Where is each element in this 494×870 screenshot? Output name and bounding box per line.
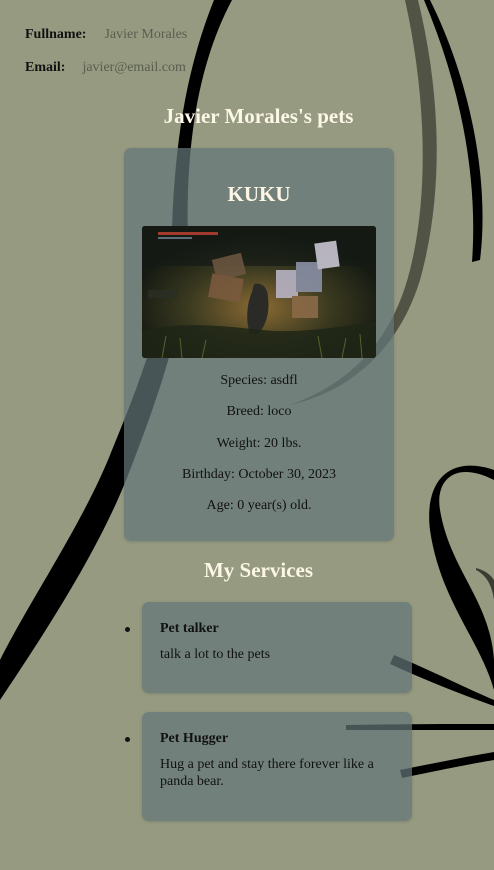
pet-photo	[142, 226, 376, 358]
list-bullet	[125, 737, 130, 742]
service-description: talk a lot to the pets	[160, 647, 271, 662]
email-value: javier@email.com	[82, 60, 186, 75]
service-item-pet-talker[interactable]: Pet talker talk a lot to the pets	[125, 602, 412, 693]
service-item-pet-hugger[interactable]: Pet Hugger Hug a pet and stay there fore…	[125, 712, 412, 821]
list-bullet	[125, 627, 130, 632]
services-heading: My Services	[203, 558, 314, 582]
fullname-row: Fullname: Javier Morales	[25, 27, 187, 43]
pet-card[interactable]: KUKU Species: asdfl Breed: loco Weight: …	[124, 148, 394, 541]
pet-species: Species: asdfl	[220, 373, 298, 388]
pet-weight: Weight: 20 lbs.	[216, 436, 302, 451]
service-title: Pet Hugger	[160, 731, 229, 746]
email-label: Email:	[25, 60, 66, 75]
pet-birthday: Birthday: October 30, 2023	[182, 467, 336, 482]
fullname-value: Javier Morales	[104, 27, 188, 42]
service-title: Pet talker	[160, 621, 219, 636]
service-description: Hug a pet and stay there forever like a …	[160, 757, 374, 789]
pet-age: Age: 0 year(s) old.	[206, 498, 312, 513]
pet-breed: Breed: loco	[226, 404, 292, 419]
pets-heading: Javier Morales's pets	[163, 104, 354, 128]
fullname-label: Fullname:	[25, 27, 87, 42]
pet-name: KUKU	[227, 182, 291, 206]
email-row: Email: javier@email.com	[25, 60, 186, 76]
